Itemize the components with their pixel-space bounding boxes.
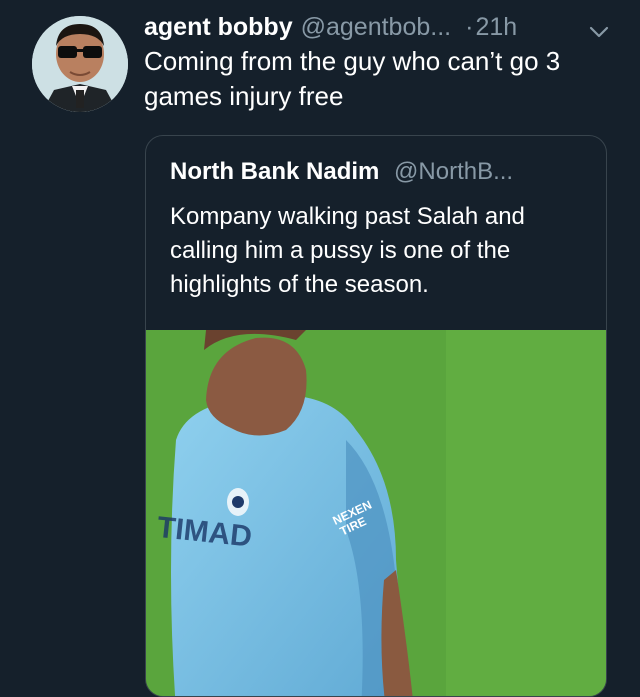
- separator-dot: ·: [465, 13, 474, 41]
- quoted-tweet[interactable]: North Bank Nadim @NorthB... Kompany walk…: [145, 135, 607, 697]
- tweet-header: agent bobby @agentbob... · 21h: [144, 10, 620, 44]
- quoted-user-handle: @NorthB...: [394, 158, 514, 185]
- display-name[interactable]: agent bobby: [144, 10, 293, 44]
- quoted-tweet-header: North Bank Nadim @NorthB...: [170, 156, 513, 188]
- quoted-tweet-text: Kompany walking past Salah and calling h…: [170, 203, 525, 298]
- quoted-media-image[interactable]: TIMAD NEXEN TIRE: [146, 330, 606, 696]
- user-handle[interactable]: @agentbob...: [301, 10, 452, 44]
- avatar[interactable]: [32, 16, 128, 112]
- chevron-down-icon[interactable]: [588, 18, 610, 40]
- quoted-display-name: North Bank Nadim: [170, 158, 380, 185]
- timestamp[interactable]: 21h: [475, 10, 517, 44]
- tweet-text: Coming from the guy who can’t go 3 games…: [144, 46, 561, 111]
